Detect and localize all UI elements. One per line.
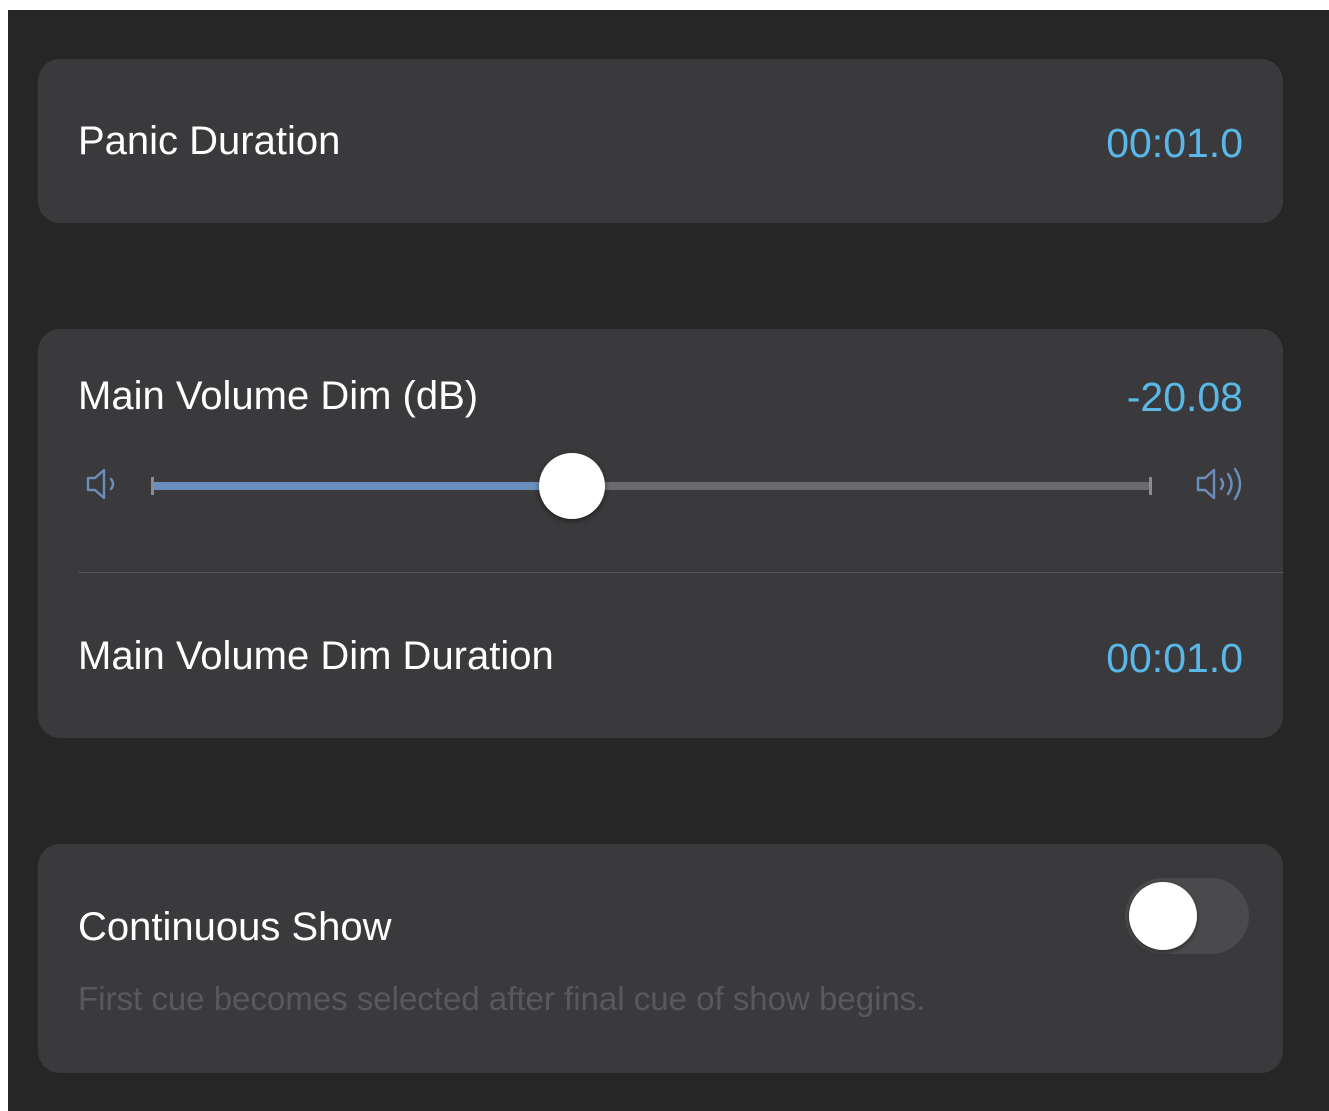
speaker-high-icon: [1196, 467, 1242, 501]
main-volume-dim-value[interactable]: -20.08: [1127, 377, 1243, 418]
slider-max-tick: [1149, 477, 1152, 495]
slider-thumb[interactable]: [538, 453, 605, 519]
slider-fill: [152, 482, 572, 490]
continuous-show-toggle[interactable]: [1125, 878, 1249, 954]
speaker-low-icon: [86, 468, 115, 500]
panic-duration-label: Panic Duration: [78, 119, 341, 163]
panic-duration-value[interactable]: 00:01.0: [1106, 123, 1243, 164]
row-divider: [78, 572, 1283, 573]
main-volume-dim-label: Main Volume Dim (dB): [78, 374, 479, 418]
main-volume-dim-duration-label: Main Volume Dim Duration: [78, 634, 554, 678]
continuous-show-card: Continuous Show: [38, 844, 1283, 1073]
continuous-show-description: First cue becomes selected after final c…: [78, 980, 926, 1017]
panic-duration-card[interactable]: Panic Duration 00:01.0: [38, 59, 1283, 223]
volume-dim-slider[interactable]: [151, 453, 1152, 519]
slider-min-tick: [151, 477, 154, 495]
main-volume-dim-duration-value[interactable]: 00:01.0: [1106, 638, 1243, 679]
main-volume-dim-card: Main Volume Dim (dB) -20.08 Main Volume …: [38, 329, 1283, 738]
continuous-show-label: Continuous Show: [78, 905, 392, 949]
toggle-knob: [1129, 882, 1197, 950]
